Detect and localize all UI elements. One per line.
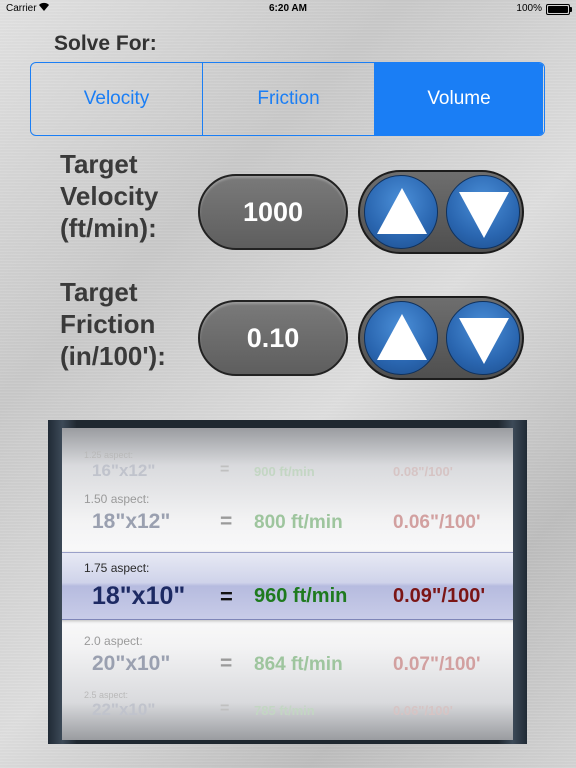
target-velocity-stepper <box>358 170 524 254</box>
row-equals: = <box>220 700 230 717</box>
velocity-decrement-button[interactable] <box>446 175 520 249</box>
target-velocity-label: Target Velocity (ft/min): <box>60 148 158 244</box>
target-velocity-value[interactable]: 1000 <box>198 174 348 250</box>
solve-for-label: Solve For: <box>54 32 157 55</box>
row-velocity: 864 ft/min <box>254 654 343 675</box>
row-equals: = <box>220 510 233 533</box>
row-velocity: 960 ft/min <box>254 585 348 607</box>
segment-friction[interactable]: Friction <box>202 63 374 135</box>
label-line: Friction <box>60 309 156 339</box>
status-bar: Carrier 6:20 AM 100% <box>0 0 576 18</box>
row-aspect: 2.5 aspect: <box>84 690 129 700</box>
row-friction: 0.09"/100' <box>393 585 486 607</box>
row-size: 16"x12" <box>92 461 156 480</box>
row-velocity: 800 ft/min <box>254 512 343 533</box>
row-velocity: 900 ft/min <box>254 464 315 479</box>
row-size: 20"x10" <box>92 652 171 675</box>
battery-icon <box>546 4 572 15</box>
row-friction: 0.06"/100' <box>393 512 481 533</box>
row-equals: = <box>220 652 233 675</box>
row-friction: 0.08"/100' <box>393 464 453 479</box>
row-friction: 0.06"/100' <box>393 703 453 718</box>
duct-size-picker[interactable]: 1.25 aspect: 16"x12" = 900 ft/min 0.08"/… <box>62 428 513 740</box>
row-size: 22"x10" <box>92 700 156 719</box>
row-equals: = <box>220 584 233 609</box>
segment-velocity[interactable]: Velocity <box>31 63 202 135</box>
label-line: (ft/min): <box>60 213 157 243</box>
row-velocity: 785 ft/min <box>254 703 315 718</box>
label-line: Target <box>60 277 138 307</box>
row-aspect: 1.75 aspect: <box>84 561 150 575</box>
target-friction-stepper <box>358 296 524 380</box>
row-size: 18"x12" <box>92 510 171 533</box>
row-equals: = <box>220 461 230 478</box>
friction-increment-button[interactable] <box>364 301 438 375</box>
status-time: 6:20 AM <box>269 3 307 14</box>
target-friction-value[interactable]: 0.10 <box>198 300 348 376</box>
row-aspect: 1.25 aspect: <box>84 450 134 460</box>
segment-volume[interactable]: Volume <box>374 63 543 135</box>
target-friction-label: Target Friction (in/100'): <box>60 276 166 372</box>
battery-label: 100% <box>516 3 542 14</box>
row-aspect: 1.50 aspect: <box>84 492 150 506</box>
label-line: Velocity <box>60 181 159 211</box>
row-aspect: 2.0 aspect: <box>84 634 143 648</box>
label-line: Target <box>60 149 138 179</box>
solve-for-segmented-control: Velocity Friction Volume <box>30 62 545 136</box>
velocity-increment-button[interactable] <box>364 175 438 249</box>
row-size: 18"x10" <box>92 582 186 610</box>
friction-decrement-button[interactable] <box>446 301 520 375</box>
label-line: (in/100'): <box>60 341 166 371</box>
row-friction: 0.07"/100' <box>393 654 481 675</box>
